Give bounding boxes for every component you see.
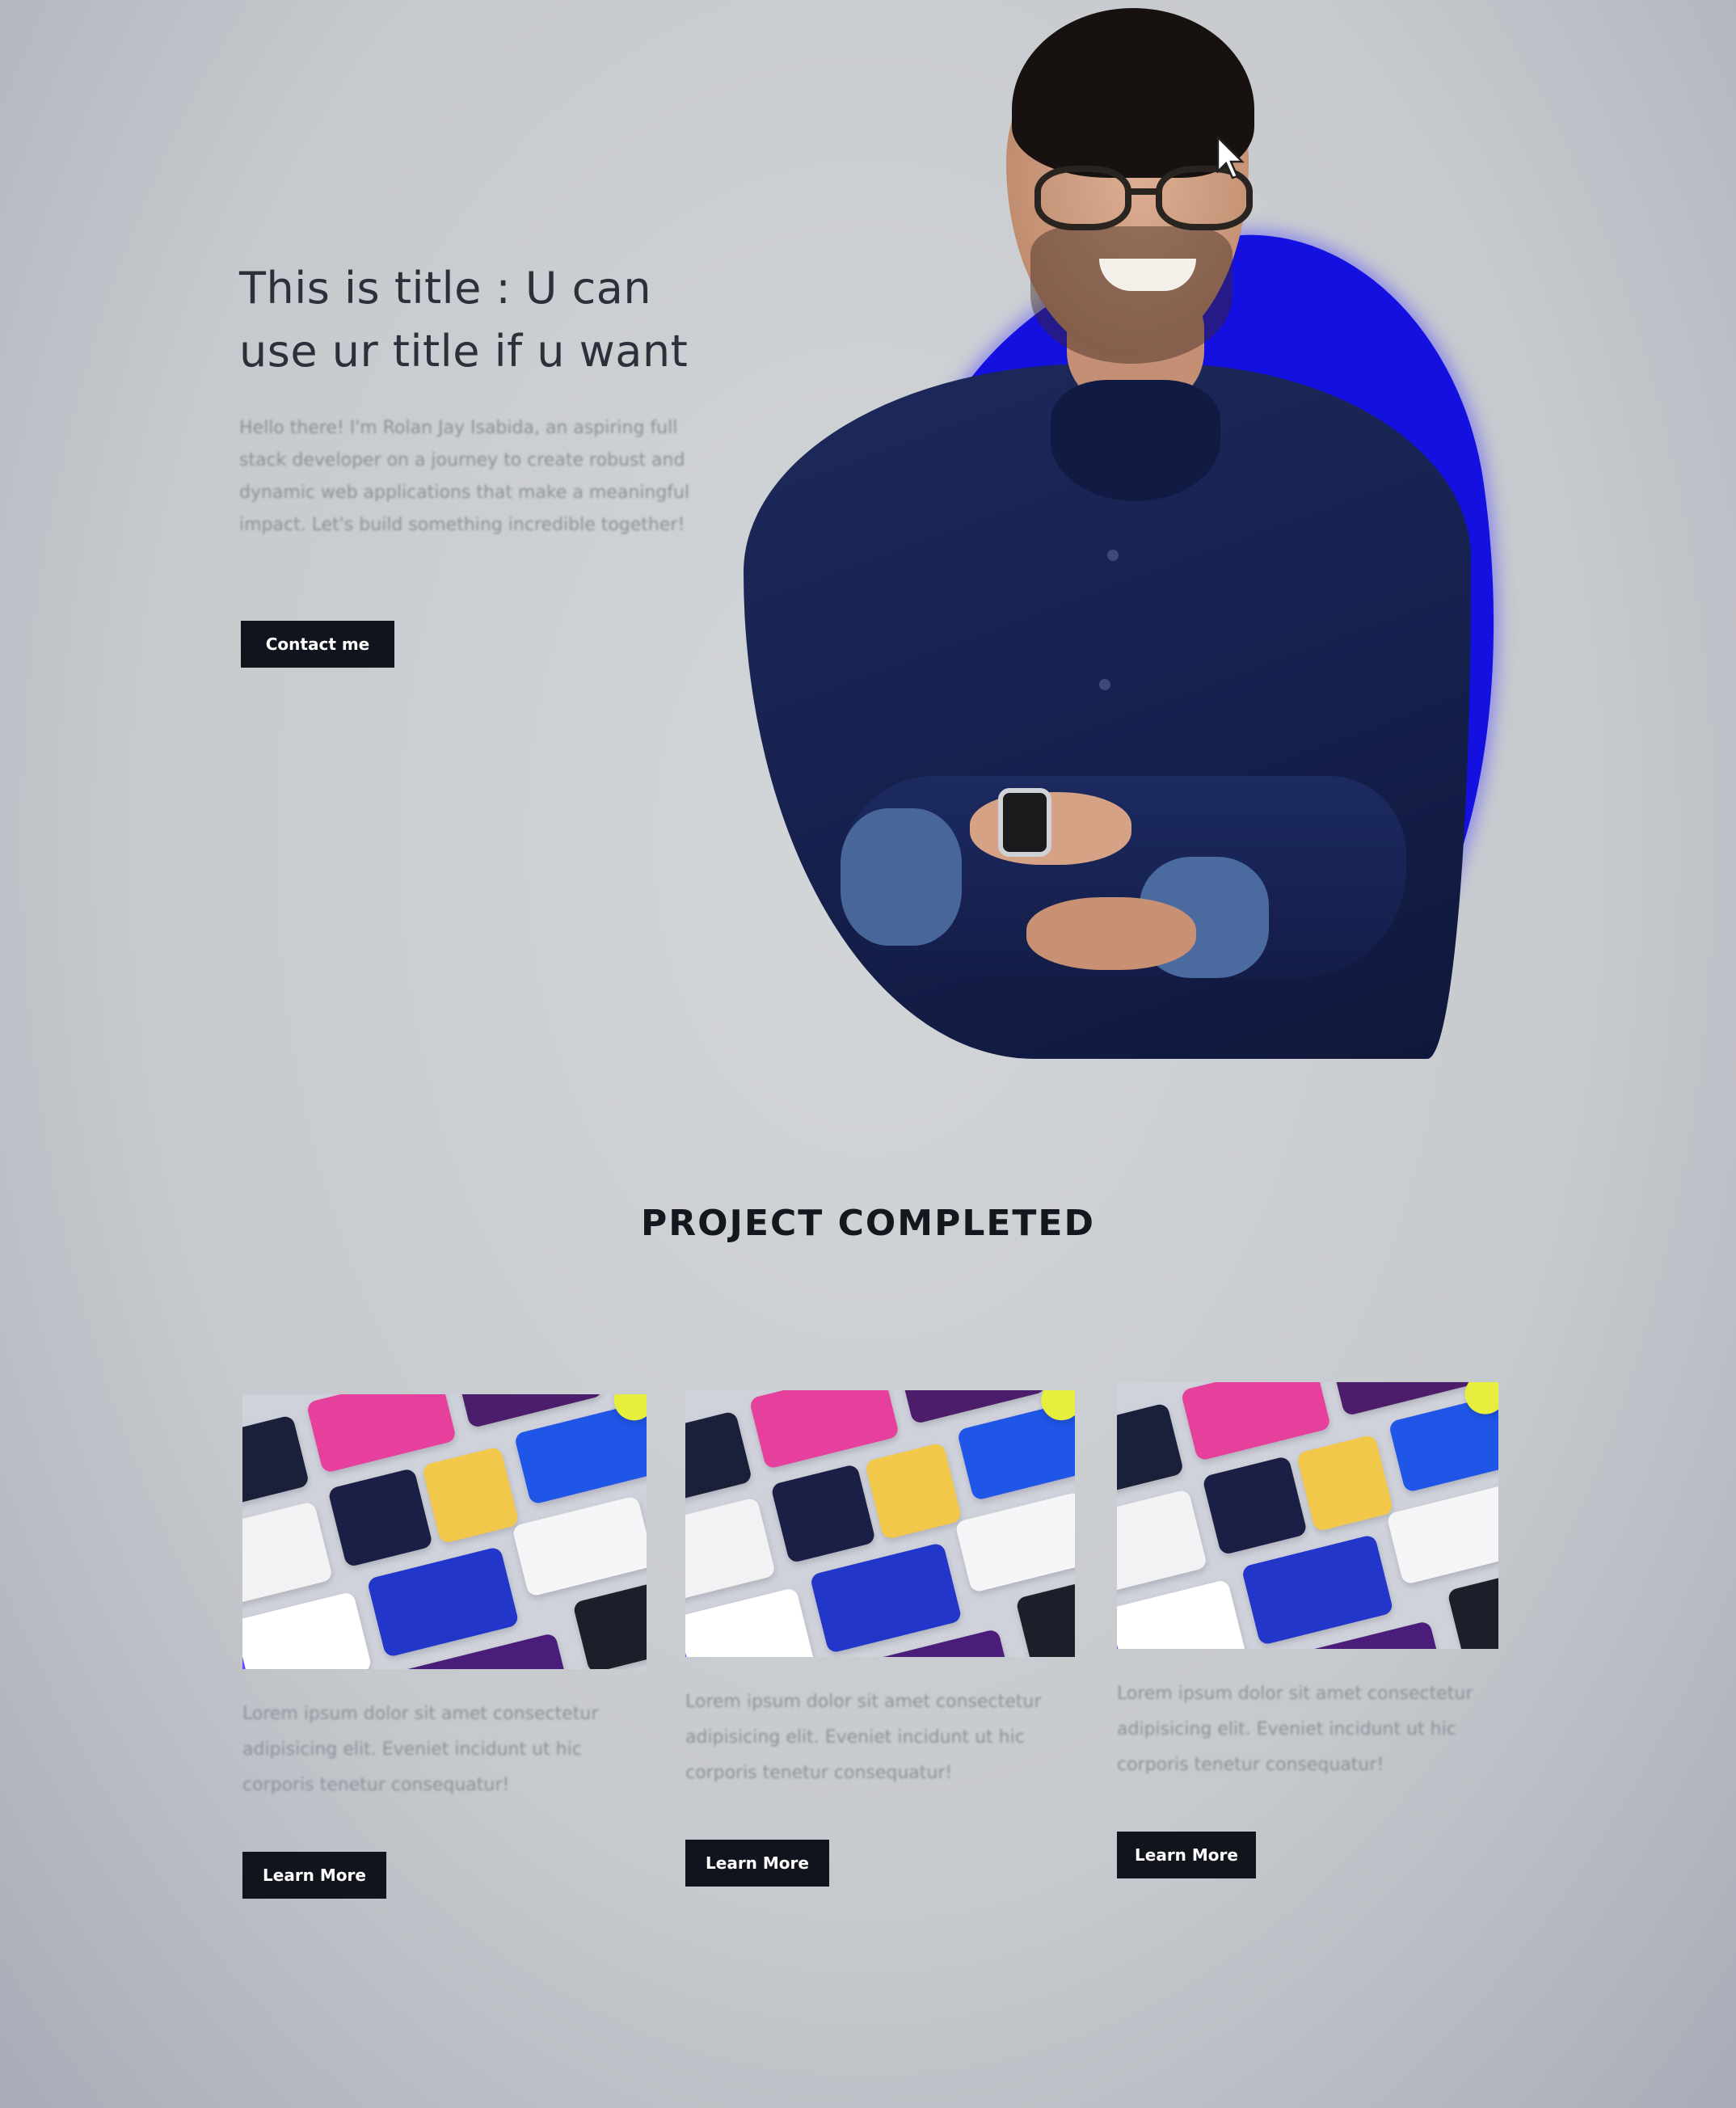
portrait-image: [727, 0, 1576, 1080]
mouse-cursor-icon: [1216, 136, 1245, 179]
projects-heading: PROJECT COMPLETED: [641, 1203, 1095, 1244]
learn-more-button[interactable]: Learn More: [1117, 1832, 1256, 1878]
watch-icon: [998, 788, 1051, 857]
project-description: Lorem ipsum dolor sit amet consectetur a…: [685, 1692, 1042, 1783]
project-description: Lorem ipsum dolor sit amet consectetur a…: [242, 1704, 599, 1795]
project-thumbnail[interactable]: [685, 1390, 1075, 1657]
project-card: Lorem ipsum dolor sit amet consectetur a…: [685, 1390, 1089, 1887]
project-thumbnail[interactable]: [1117, 1382, 1498, 1649]
project-description: Lorem ipsum dolor sit amet consectetur a…: [1117, 1684, 1473, 1775]
project-card: Lorem ipsum dolor sit amet consectetur a…: [242, 1394, 647, 1899]
hero-title: This is title : U can use ur title if u …: [239, 263, 689, 377]
project-thumbnail[interactable]: [242, 1394, 647, 1669]
contact-button[interactable]: Contact me: [241, 621, 394, 668]
learn-more-button[interactable]: Learn More: [685, 1840, 829, 1887]
learn-more-button[interactable]: Learn More: [242, 1852, 386, 1899]
project-card: Lorem ipsum dolor sit amet consectetur a…: [1117, 1382, 1521, 1878]
hero-section: This is title : U can use ur title if u …: [0, 0, 1736, 1080]
hero-description: Hello there! I'm Rolan Jay Isabida, an a…: [239, 418, 690, 535]
